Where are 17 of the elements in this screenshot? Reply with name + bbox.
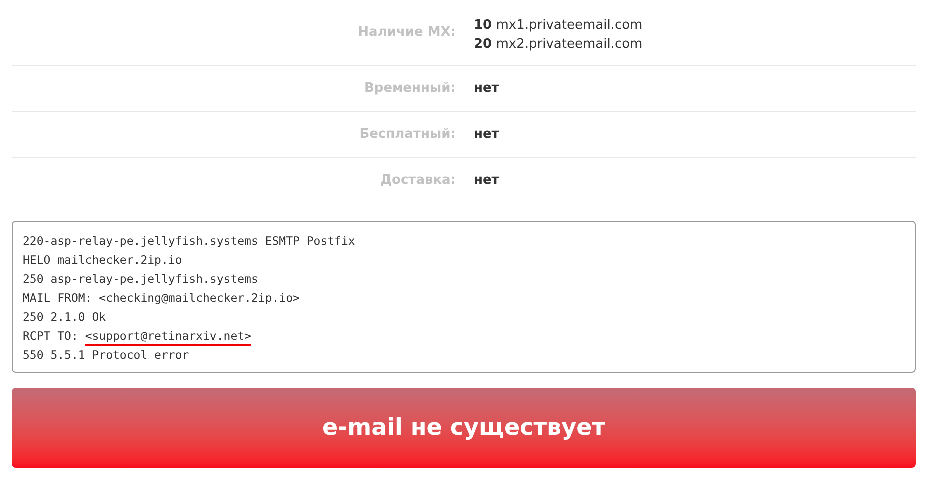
log-line: 250 asp-relay-pe.jellyfish.systems <box>23 271 260 288</box>
row-label: Бесплатный: <box>358 126 456 144</box>
row-value: нет <box>474 172 500 190</box>
log-line: 250 2.1.0 Ok <box>23 309 108 326</box>
log-line: RCPT TO: <support@retinarxiv.net> <box>23 327 905 346</box>
log-line: MAIL FROM: <checking@mailchecker.2ip.io> <box>23 290 301 307</box>
row-value: нет <box>474 126 500 144</box>
row-label: Наличие MX: <box>357 24 456 42</box>
log-line: 220-asp-relay-pe.jellyfish.systems ESMTP Postfix <box>23 233 356 250</box>
row-label: Доставка: <box>379 172 456 190</box>
log-line: 550 5.5.1 Protocol error <box>23 347 190 364</box>
log-line: HELO mailchecker.2ip.io <box>23 252 184 269</box>
row-value: нет <box>474 80 500 98</box>
mx-record: 20 mx2.privateemail.com <box>474 36 643 54</box>
row-label: Временный: <box>363 80 456 98</box>
mx-record: 10 mx1.privateemail.com <box>474 16 643 34</box>
result-banner: e-mail не существует <box>12 388 916 468</box>
